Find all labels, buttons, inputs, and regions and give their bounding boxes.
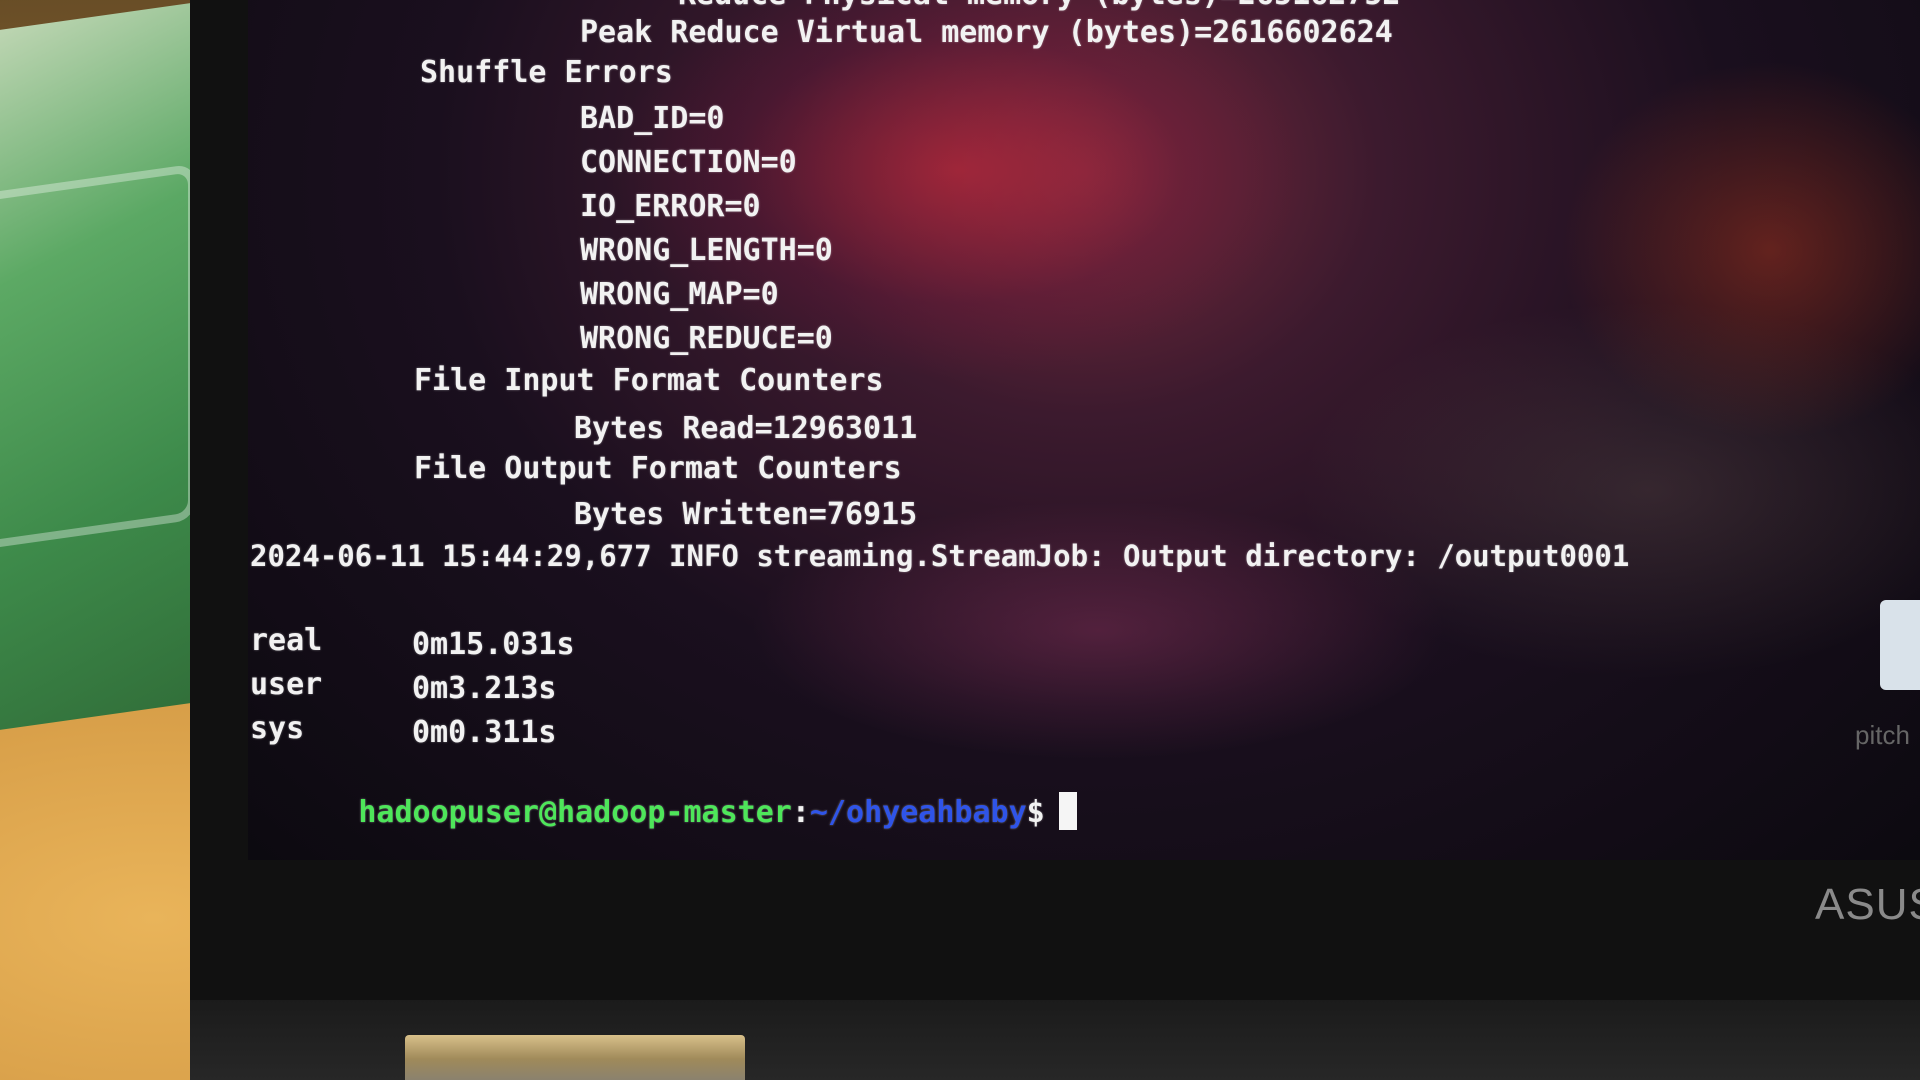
photo-scene: Reduce Physical memory (bytes)=265162752… bbox=[0, 0, 1920, 1080]
laptop-hinge bbox=[405, 1035, 745, 1080]
timing-value-real: 0m15.031s bbox=[412, 627, 575, 662]
terminal-line: WRONG_MAP=0 bbox=[580, 277, 779, 312]
prompt-path: ~/ohyeahbaby bbox=[809, 795, 1027, 830]
timing-value-user: 0m3.213s bbox=[412, 671, 557, 706]
terminal-line: File Output Format Counters bbox=[414, 451, 902, 486]
terminal-line: WRONG_REDUCE=0 bbox=[580, 321, 833, 356]
timing-label-real: real bbox=[250, 623, 323, 658]
terminal-line: Shuffle Errors bbox=[420, 55, 673, 90]
shell-prompt[interactable]: hadoopuser@hadoop-master:~/ohyeahbaby$ bbox=[250, 762, 1077, 860]
terminal-line: Bytes Read=12963011 bbox=[574, 411, 918, 446]
prompt-separator: : bbox=[791, 795, 810, 830]
text-cursor[interactable] bbox=[1058, 792, 1077, 830]
side-widget[interactable] bbox=[1880, 600, 1920, 690]
terminal-line: CONNECTION=0 bbox=[580, 145, 797, 180]
laptop-brand-logo: ASUS bbox=[1815, 880, 1920, 929]
timing-label-user: user bbox=[250, 667, 323, 702]
terminal-line: File Input Format Counters bbox=[414, 363, 884, 398]
timing-label-sys: sys bbox=[250, 711, 305, 746]
prompt-user-host: hadoopuser@hadoop-master bbox=[358, 795, 792, 830]
terminal-line: Peak Reduce Virtual memory (bytes)=26166… bbox=[580, 15, 1393, 50]
side-widget-label: pitch bbox=[1855, 720, 1910, 750]
timing-value-sys: 0m0.311s bbox=[412, 715, 557, 750]
terminal-line: WRONG_LENGTH=0 bbox=[580, 233, 833, 268]
terminal-line: Reduce Physical memory (bytes)=265162752 bbox=[678, 0, 1400, 10]
desk-card-decoration bbox=[0, 163, 196, 553]
terminal-line: BAD_ID=0 bbox=[580, 101, 725, 136]
prompt-symbol: $ bbox=[1026, 795, 1045, 830]
terminal-line: IO_ERROR=0 bbox=[580, 189, 761, 224]
terminal-line-streamjob: 2024-06-11 15:44:29,677 INFO streaming.S… bbox=[250, 539, 1630, 573]
terminal-line: Bytes Written=76915 bbox=[574, 497, 918, 532]
terminal-window[interactable]: Reduce Physical memory (bytes)=265162752… bbox=[248, 0, 1920, 860]
